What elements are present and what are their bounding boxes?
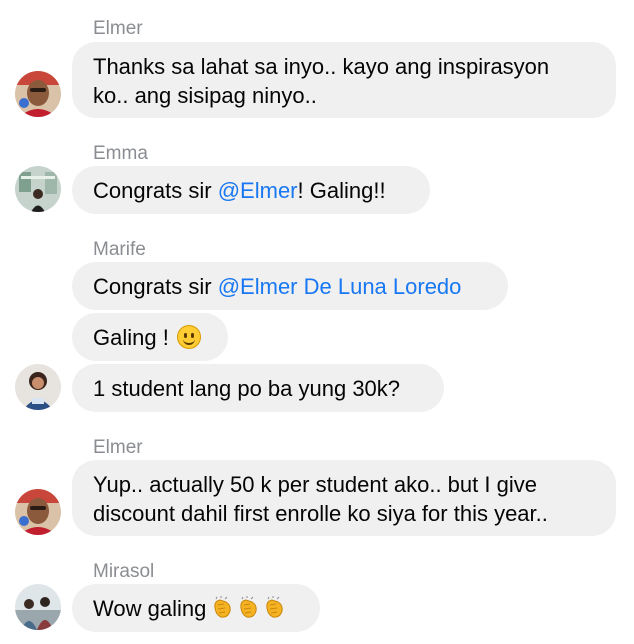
message-text-prefix: Congrats sir: [93, 273, 218, 299]
clapping-hands-emojis: [208, 596, 286, 620]
message-bubble[interactable]: Thanks sa lahat sa inyo.. kayo ang inspi…: [72, 42, 616, 118]
message-text-suffix: ! Galing!!: [297, 177, 386, 203]
message-line: discount dahil first enrolle ko siya for…: [93, 501, 548, 526]
message-text-prefix: Congrats sir: [93, 177, 218, 203]
avatar-elmer[interactable]: [15, 489, 61, 535]
chat-thread: Elmer Thanks sa lahat sa inyo.. kayo ang…: [0, 0, 634, 644]
sender-name: Elmer: [93, 18, 143, 39]
sender-name: Emma: [93, 143, 148, 164]
message-bubble[interactable]: Congrats sir @Elmer! Galing!!: [72, 166, 430, 214]
avatar-mirasol[interactable]: [15, 584, 61, 630]
sender-name: Mirasol: [93, 561, 155, 582]
slightly-smiling-face-icon: [176, 325, 201, 349]
message-line: ko.. ang sisipag ninyo..: [93, 83, 317, 108]
sender-name: Marife: [93, 239, 146, 260]
message-text: Congrats sir @Elmer! Galing!!: [93, 176, 386, 205]
message-text: Wow galing: [93, 595, 207, 621]
message-line: Yup.. actually 50 k per student ako.. bu…: [93, 472, 537, 497]
avatar-elmer[interactable]: [15, 71, 61, 117]
message-text: Congrats sir @Elmer De Luna Loredo: [93, 272, 461, 301]
mention-link[interactable]: @Elmer: [218, 178, 298, 203]
message-bubble[interactable]: Wow galing: [72, 584, 320, 632]
mention-link[interactable]: @Elmer De Luna Loredo: [218, 274, 462, 299]
message-bubble[interactable]: Yup.. actually 50 k per student ako.. bu…: [72, 460, 616, 536]
message-bubble[interactable]: Galing !: [72, 313, 228, 361]
clapping-hands-icon: [264, 596, 286, 620]
sender-name: Elmer: [93, 437, 143, 458]
clapping-hands-icon: [238, 596, 260, 620]
message-bubble[interactable]: Congrats sir @Elmer De Luna Loredo: [72, 262, 508, 310]
message-line: Thanks sa lahat sa inyo.. kayo ang inspi…: [93, 54, 550, 79]
message-text: 1 student lang po ba yung 30k?: [93, 375, 401, 401]
clapping-hands-icon: [212, 596, 234, 620]
avatar-emma[interactable]: [15, 166, 61, 212]
message-bubble[interactable]: 1 student lang po ba yung 30k?: [72, 364, 444, 412]
avatar-marife[interactable]: [15, 364, 61, 410]
message-text: Galing !: [93, 324, 169, 350]
